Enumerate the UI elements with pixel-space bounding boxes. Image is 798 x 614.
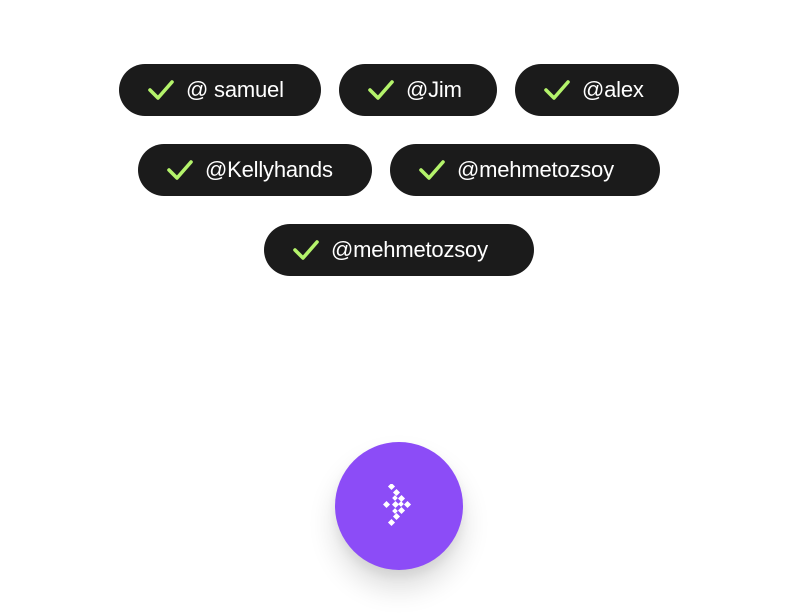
tag-chip-samuel[interactable]: @ samuel [119, 64, 321, 116]
tag-label: @mehmetozsoy [331, 237, 488, 262]
tag-chip-mehmetozsoy-2[interactable]: @mehmetozsoy [264, 224, 534, 276]
check-icon [148, 80, 174, 100]
check-icon [293, 240, 319, 260]
check-icon [167, 160, 193, 180]
submit-button[interactable] [335, 442, 463, 570]
tag-chip-kellyhands[interactable]: @Kellyhands [138, 144, 372, 196]
check-icon [419, 160, 445, 180]
check-icon [368, 80, 394, 100]
check-icon [544, 80, 570, 100]
tag-label: @alex [582, 77, 644, 102]
tag-chip-jim[interactable]: @Jim [339, 64, 497, 116]
pixel-arrow-right-icon [383, 484, 412, 527]
tag-label: @mehmetozsoy [457, 157, 614, 182]
tag-label: @Jim [406, 77, 462, 102]
tag-chip-mehmetozsoy[interactable]: @mehmetozsoy [390, 144, 660, 196]
tag-label: @Kellyhands [205, 157, 333, 182]
tag-chip-alex[interactable]: @alex [515, 64, 679, 116]
tag-label: @ samuel [186, 77, 284, 102]
